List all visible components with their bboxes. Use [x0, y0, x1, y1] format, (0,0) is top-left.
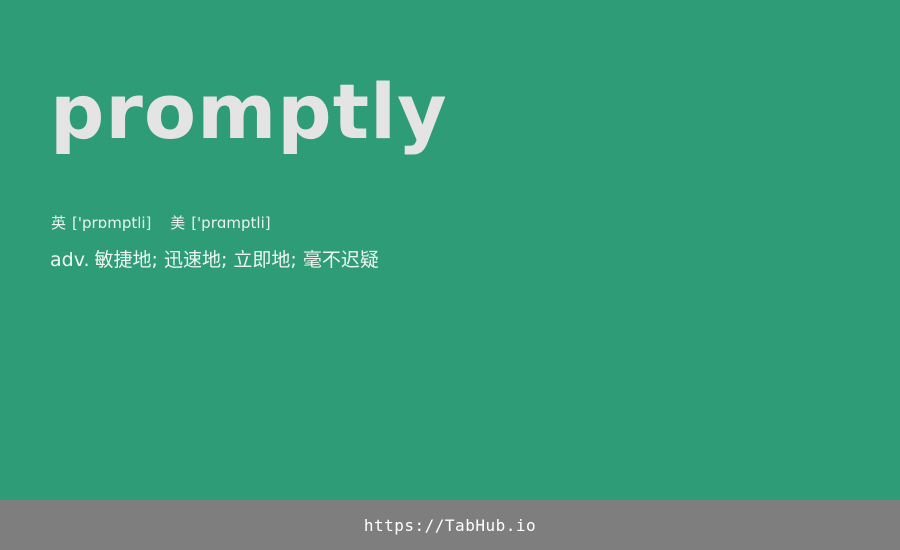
phonetic-us-ipa: ['prɑmptli]: [191, 214, 271, 232]
phonetic-us-label: 美: [170, 214, 186, 232]
part-of-speech: adv.: [50, 249, 90, 271]
phonetic-uk-ipa: ['prɒmptli]: [72, 214, 152, 232]
headword: promptly: [50, 67, 448, 156]
phonetic-uk: 英 ['prɒmptli]: [51, 212, 151, 234]
phonetics-row: 英 ['prɒmptli] 美 ['prɑmptli]: [51, 212, 271, 234]
phonetic-uk-label: 英: [51, 214, 67, 232]
word-card: promptly 英 ['prɒmptli] 美 ['prɑmptli] adv. 敏…: [0, 0, 900, 500]
definition-meaning: 敏捷地; 迅速地; 立即地; 毫不迟疑: [94, 249, 379, 271]
footer-link[interactable]: https://TabHub.io: [364, 516, 536, 535]
definition-row: adv. 敏捷地; 迅速地; 立即地; 毫不迟疑: [50, 246, 379, 274]
phonetic-us: 美 ['prɑmptli]: [170, 212, 270, 234]
footer-bar: https://TabHub.io: [0, 500, 900, 550]
